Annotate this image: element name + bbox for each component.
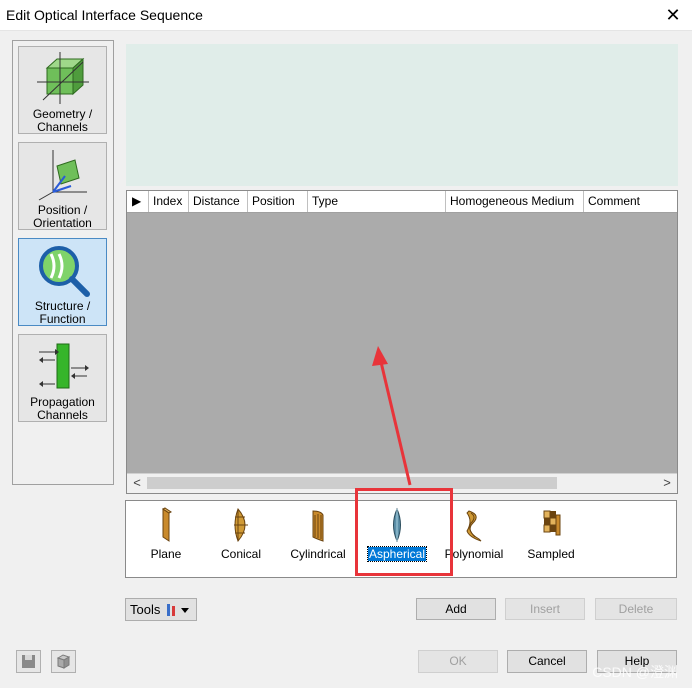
tools-icon [167,604,189,616]
ok-button[interactable]: OK [418,650,498,673]
cube-3d-icon [56,654,71,669]
cancel-button[interactable]: Cancel [507,650,587,673]
insert-button[interactable]: Insert [505,598,585,620]
annotation-arrow-icon [372,346,412,486]
delete-button[interactable]: Delete [595,598,677,620]
view-3d-icon-button[interactable] [51,650,76,673]
tools-dropdown[interactable]: Tools [125,598,197,621]
save-icon-button[interactable] [16,650,41,673]
tools-label: Tools [130,602,161,617]
save-icon [22,655,35,668]
add-button[interactable]: Add [416,598,496,620]
watermark-text: CSDN @澄渊 [592,664,678,680]
